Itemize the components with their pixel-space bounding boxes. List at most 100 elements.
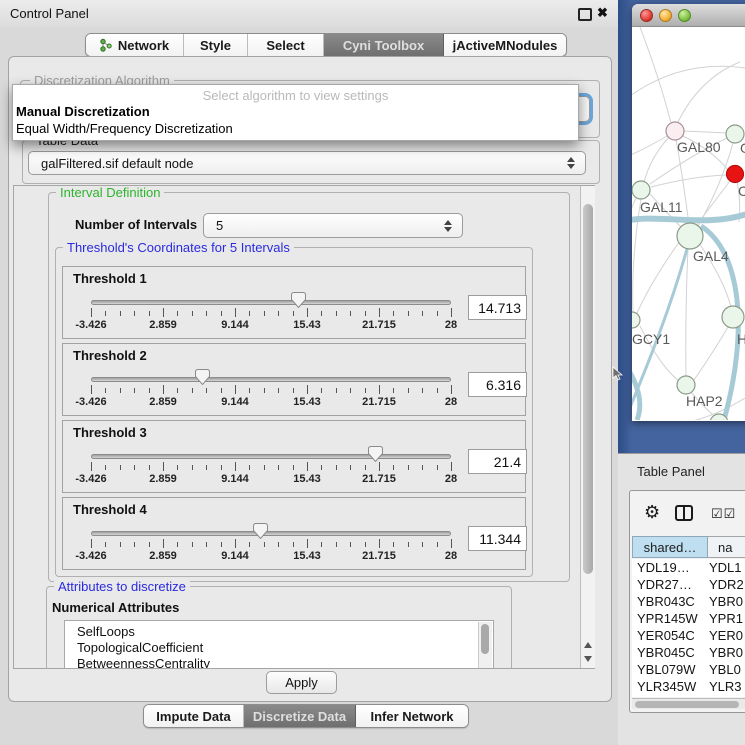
split-columns-icon[interactable]: [675, 505, 693, 521]
threshold-2-label: Threshold 2: [73, 348, 147, 363]
close-traffic-light-icon[interactable]: [640, 9, 653, 22]
close-icon[interactable]: ✖: [597, 5, 608, 21]
network-icon: [100, 38, 112, 52]
threshold-3-panel: Threshold 3 -3.4262.8599.14415.4321.7152…: [62, 420, 526, 493]
window-title: Control Panel: [10, 6, 89, 21]
threshold-3-ruler: -3.4262.8599.14415.4321.71528: [63, 462, 525, 488]
tab-network[interactable]: Network: [86, 34, 184, 56]
network-canvas[interactable]: GAL80 G C GAL11 GAL4 GCY1 H HAP2: [632, 27, 745, 420]
control-panel-titlebar: Control Panel ✖: [0, 0, 618, 27]
threshold-3-value-field[interactable]: [468, 449, 527, 474]
algorithm-dropdown-popup: Select algorithm to view settings Manual…: [12, 84, 579, 141]
threshold-3-slider-thumb[interactable]: [368, 446, 383, 462]
tab-network-label: Network: [118, 38, 169, 53]
threshold-3-slider-track[interactable]: [91, 454, 451, 459]
table-row[interactable]: YER054CYER0: [632, 627, 745, 644]
minimize-traffic-light-icon[interactable]: [659, 9, 672, 22]
tab-infer-network[interactable]: Infer Network: [356, 705, 468, 727]
tab-jactivemnodules[interactable]: jActiveMNodules: [444, 34, 566, 56]
numerical-attributes-label: Numerical Attributes: [52, 600, 179, 615]
zoom-traffic-light-icon[interactable]: [678, 9, 691, 22]
scrollbar-thumb[interactable]: [583, 204, 593, 574]
tab-impute-data[interactable]: Impute Data: [144, 705, 244, 727]
table-panel-titlebar: Table Panel: [618, 453, 745, 487]
attributes-list-scrollbar[interactable]: [478, 622, 492, 668]
table-panel-title: Table Panel: [637, 464, 705, 479]
tab-select[interactable]: Select: [248, 34, 324, 56]
node-gcy1[interactable]: [632, 312, 640, 328]
threshold-1-slider-track[interactable]: [91, 300, 451, 305]
threshold-4-slider-track[interactable]: [91, 531, 451, 536]
threshold-2-slider-track[interactable]: [91, 377, 451, 382]
threshold-1-panel: Threshold 1 -3.4262.8599.14415.4321.7152…: [62, 266, 526, 339]
settings-viewport: Interval Definition Number of Intervals …: [14, 186, 580, 668]
threshold-2-panel: Threshold 2 -3.4262.8599.14415.4321.7152…: [62, 343, 526, 416]
bottom-tab-bar: Impute Data Discretize Data Infer Networ…: [143, 704, 469, 728]
threshold-4-slider-thumb[interactable]: [253, 523, 268, 539]
table-header-row: shared… na: [632, 536, 745, 558]
table-rows: YDL19…YDL1 YDR27…YDR2 YBR043CYBR0 YPR145…: [632, 559, 745, 697]
settings-vertical-scrollbar[interactable]: [580, 186, 595, 668]
column-header-name[interactable]: na: [708, 536, 745, 558]
node-gal4[interactable]: [677, 223, 703, 249]
table-row[interactable]: YBR043CYBR0: [632, 593, 745, 610]
scroll-up-arrow-icon[interactable]: [581, 638, 595, 652]
top-tab-bar: Network Style Select Cyni Toolbox jActiv…: [85, 33, 567, 57]
threshold-1-label: Threshold 1: [73, 271, 147, 286]
attributes-group-label: Attributes to discretize: [54, 579, 190, 594]
node-partial-h[interactable]: [722, 306, 744, 328]
tab-cyni-toolbox[interactable]: Cyni Toolbox: [324, 34, 444, 56]
popup-hint: Select algorithm to view settings: [13, 88, 578, 103]
node-hap2[interactable]: [677, 376, 695, 394]
tab-discretize-data[interactable]: Discretize Data: [244, 705, 356, 727]
tab-style[interactable]: Style: [184, 34, 248, 56]
settings-scroll-area: Interval Definition Number of Intervals …: [13, 185, 595, 669]
float-window-icon[interactable]: [578, 8, 592, 21]
label-partial-h: H: [737, 331, 745, 347]
label-gal11: GAL11: [640, 199, 683, 215]
table-settings-gear-icon[interactable]: ⚙: [644, 502, 660, 523]
threshold-2-ruler: -3.4262.8599.14415.4321.71528: [63, 385, 525, 411]
node-red-selected[interactable]: [727, 166, 744, 183]
combo-arrows-icon: [444, 220, 452, 232]
column-checkboxes-icon[interactable]: ☑☑: [711, 506, 736, 522]
popup-item-equal-width-frequency[interactable]: Equal Width/Frequency Discretization: [16, 121, 233, 136]
scroll-down-arrow-icon[interactable]: [581, 652, 595, 666]
table-row[interactable]: YBL079WYBL0: [632, 661, 745, 678]
threshold-2-value-field[interactable]: [468, 372, 527, 397]
threshold-1-slider-thumb[interactable]: [291, 292, 306, 308]
network-nodes: [632, 122, 744, 420]
table-horizontal-scrollbar[interactable]: [632, 698, 745, 709]
threshold-3-label: Threshold 3: [73, 425, 147, 440]
node-gal11[interactable]: [632, 181, 650, 199]
label-partial-g: G: [740, 140, 745, 156]
table-row[interactable]: YDL19…YDL1: [632, 559, 745, 576]
table-row[interactable]: YIL052CYIL0: [632, 695, 745, 697]
list-item-topologicalcoefficient[interactable]: TopologicalCoefficient: [65, 640, 493, 656]
threshold-4-value-field[interactable]: [468, 526, 527, 551]
label-gcy1: GCY1: [632, 331, 670, 347]
apply-button[interactable]: Apply: [266, 671, 337, 694]
label-gal4: GAL4: [693, 248, 729, 264]
mouse-cursor-icon: [612, 366, 623, 382]
threshold-1-value-field[interactable]: [468, 295, 527, 320]
table-row[interactable]: YPR145WYPR1: [632, 610, 745, 627]
table-row[interactable]: YDR27…YDR2: [632, 576, 745, 593]
number-of-intervals-label: Number of Intervals: [75, 217, 197, 232]
popup-item-manual-discretization[interactable]: Manual Discretization: [16, 104, 150, 119]
table-data-combobox[interactable]: galFiltered.sif default node: [28, 151, 586, 175]
table-data-selected-value: galFiltered.sif default node: [41, 156, 193, 171]
column-header-shared-name[interactable]: shared…: [632, 536, 708, 558]
network-window-titlebar: [632, 4, 745, 27]
attributes-list: SelfLoops TopologicalCoefficient Between…: [64, 620, 494, 668]
list-item-betweennesscentrality[interactable]: BetweennessCentrality: [65, 656, 493, 668]
threshold-2-slider-thumb[interactable]: [195, 369, 210, 385]
combo-arrows-icon: [567, 157, 575, 169]
table-row[interactable]: YBR045CYBR0: [632, 644, 745, 661]
table-row[interactable]: YLR345WYLR3: [632, 678, 745, 695]
list-item-selfloops[interactable]: SelfLoops: [65, 624, 493, 640]
label-gal80: GAL80: [677, 139, 721, 155]
node-gal80[interactable]: [666, 122, 684, 140]
number-of-intervals-combobox[interactable]: 5: [203, 213, 463, 238]
threshold-4-panel: Threshold 4 -3.4262.8599.14415.4321.7152…: [62, 497, 526, 570]
